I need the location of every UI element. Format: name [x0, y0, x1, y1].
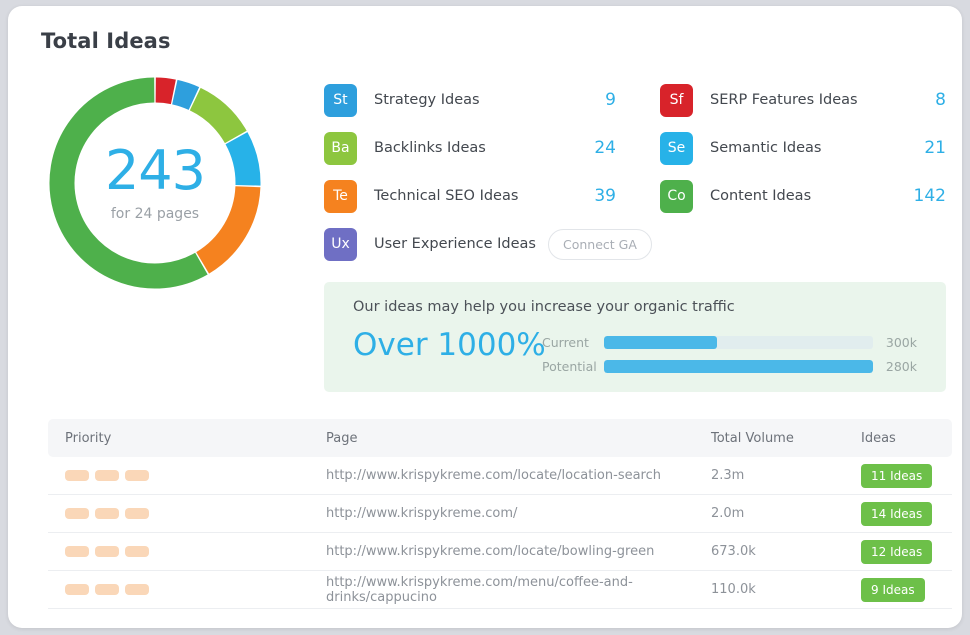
- priority-block: [95, 470, 119, 481]
- cell-priority: [48, 470, 326, 481]
- traffic-bar-track: [604, 335, 873, 349]
- priority-block: [65, 546, 89, 557]
- organic-traffic-panel: Our ideas may help you increase your org…: [324, 282, 946, 392]
- legend-row[interactable]: Ux User Experience Ideas Connect GA: [324, 220, 652, 268]
- column-header-priority: Priority: [65, 430, 112, 446]
- connect-ga-button[interactable]: Connect GA: [547, 228, 652, 260]
- priority-indicator: [65, 546, 326, 557]
- donut-total-value: 243: [104, 139, 206, 202]
- traffic-bar-row: Potential 280k: [542, 354, 917, 378]
- traffic-bar-label: Current: [542, 334, 589, 350]
- legend-label: User Experience Ideas: [374, 236, 536, 252]
- table-row[interactable]: http://www.krispykreme.com/locate/locati…: [48, 457, 952, 495]
- cell-priority: [48, 508, 326, 519]
- priority-block: [125, 546, 149, 557]
- cell-total-volume: 110.0k: [711, 582, 756, 597]
- legend-badge-icon: Se: [660, 131, 693, 165]
- legend-label: Technical SEO Ideas: [374, 188, 519, 204]
- priority-block: [125, 470, 149, 481]
- priority-indicator: [65, 508, 326, 519]
- table-row[interactable]: http://www.krispykreme.com/2.0m 14 Ideas: [48, 495, 952, 533]
- traffic-bar-value: 300k: [885, 334, 917, 350]
- cell-page-url[interactable]: http://www.krispykreme.com/locate/bowlin…: [326, 544, 711, 559]
- legend-column-left: St Strategy Ideas 9 Ba Backlinks Ideas 24 Te Te…: [324, 76, 652, 268]
- donut-center-label: 243 for 24 pages: [40, 68, 270, 298]
- priority-block: [65, 584, 89, 595]
- priority-block: [65, 470, 89, 481]
- legend-count: 9: [605, 90, 616, 110]
- priority-block: [125, 508, 149, 519]
- priority-block: [65, 508, 89, 519]
- column-header-page: Page: [326, 430, 358, 446]
- cell-total-volume: 2.0m: [711, 506, 745, 521]
- ideas-count-badge[interactable]: 9 Ideas: [861, 577, 925, 602]
- total-ideas-card: Total Ideas 243 for 24 pages St Strategy …: [8, 6, 962, 628]
- traffic-bar-value: 280k: [885, 358, 917, 374]
- priority-block: [95, 584, 119, 595]
- traffic-heading: Our ideas may help you increase your org…: [353, 299, 735, 315]
- legend-count: 21: [924, 138, 946, 158]
- legend-badge-icon: Sf: [660, 83, 693, 117]
- table-row[interactable]: http://www.krispykreme.com/locate/bowlin…: [48, 533, 952, 571]
- table-header-row: Priority Page Total Volume Ideas: [48, 419, 952, 457]
- legend-row[interactable]: Co Content Ideas 142: [660, 172, 946, 220]
- cell-page-url[interactable]: http://www.krispykreme.com/: [326, 506, 711, 521]
- priority-block: [125, 584, 149, 595]
- priority-block: [95, 546, 119, 557]
- legend-count: 24: [594, 138, 616, 158]
- priority-block: [95, 508, 119, 519]
- legend-label: Backlinks Ideas: [374, 140, 486, 156]
- cell-ideas: 12 Ideas: [861, 539, 952, 564]
- legend-badge-icon: Te: [324, 179, 357, 213]
- traffic-bar-fill: [604, 359, 873, 373]
- traffic-bars: Current 300k Potential 280k: [542, 330, 917, 378]
- legend-badge-icon: Ba: [324, 131, 357, 165]
- traffic-bar-row: Current 300k: [542, 330, 917, 354]
- pages-table: Priority Page Total Volume Ideas http://…: [48, 419, 952, 609]
- legend-badge-icon: Co: [660, 179, 693, 213]
- legend-count: 142: [913, 186, 946, 206]
- table-body: http://www.krispykreme.com/locate/locati…: [48, 457, 952, 609]
- legend-badge-icon: Ux: [324, 227, 357, 261]
- traffic-bar-label: Potential: [542, 358, 597, 374]
- priority-indicator: [65, 470, 326, 481]
- ideas-count-badge[interactable]: 14 Ideas: [861, 501, 933, 526]
- legend-count: 8: [935, 90, 946, 110]
- cell-ideas: 9 Ideas: [861, 577, 952, 602]
- cell-total-volume: 673.0k: [711, 544, 756, 559]
- legend-badge-icon: St: [324, 83, 357, 117]
- legend-column-right: Sf SERP Features Ideas 8 Se Semantic Ideas 21…: [660, 76, 946, 220]
- cell-ideas: 14 Ideas: [861, 501, 952, 526]
- table-row[interactable]: http://www.krispykreme.com/menu/coffee-a…: [48, 571, 952, 609]
- legend-row[interactable]: Ba Backlinks Ideas 24: [324, 124, 616, 172]
- legend-label: Content Ideas: [710, 188, 812, 204]
- legend-row[interactable]: Sf SERP Features Ideas 8: [660, 76, 946, 124]
- legend-row[interactable]: Se Semantic Ideas 21: [660, 124, 946, 172]
- cell-ideas: 11 Ideas: [861, 463, 952, 488]
- cell-page-url[interactable]: http://www.krispykreme.com/locate/locati…: [326, 468, 711, 483]
- column-header-ideas: Ideas: [861, 430, 896, 446]
- traffic-highlight: Over 1000%: [353, 327, 546, 363]
- traffic-bar-fill: [604, 335, 717, 349]
- legend-row[interactable]: St Strategy Ideas 9: [324, 76, 616, 124]
- cell-total-volume: 2.3m: [711, 468, 745, 483]
- ideas-count-badge[interactable]: 12 Ideas: [861, 539, 933, 564]
- column-header-total-volume: Total Volume: [711, 430, 794, 446]
- traffic-bar-track: [604, 359, 873, 373]
- cell-page-url[interactable]: http://www.krispykreme.com/menu/coffee-a…: [326, 575, 711, 605]
- priority-indicator: [65, 584, 326, 595]
- legend-count: 39: [594, 186, 616, 206]
- legend-label: Strategy Ideas: [374, 92, 480, 108]
- donut-subtitle: for 24 pages: [110, 206, 200, 222]
- legend-row[interactable]: Te Technical SEO Ideas 39: [324, 172, 616, 220]
- legend-label: SERP Features Ideas: [710, 92, 858, 108]
- page-title: Total Ideas: [41, 29, 171, 53]
- cell-priority: [48, 546, 326, 557]
- total-ideas-donut-chart: 243 for 24 pages: [40, 68, 270, 298]
- legend-label: Semantic Ideas: [710, 140, 822, 156]
- cell-priority: [48, 584, 326, 595]
- ideas-count-badge[interactable]: 11 Ideas: [861, 463, 933, 488]
